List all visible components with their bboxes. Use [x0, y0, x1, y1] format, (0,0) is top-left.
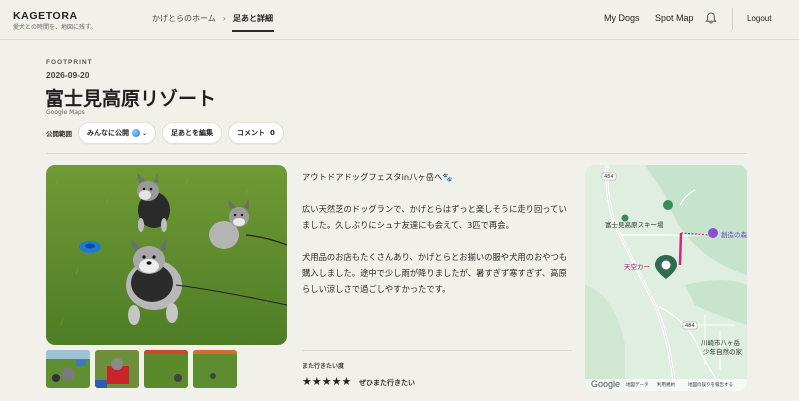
main-photo[interactable]: [46, 165, 287, 345]
breadcrumb-separator: ›: [222, 14, 226, 23]
visibility-label: 公開範囲: [46, 130, 72, 138]
section-kicker: FOOTPRINT: [46, 59, 93, 66]
map-road-label: 484: [604, 174, 614, 180]
globe-icon: [132, 129, 140, 137]
comment-label: コメント: [237, 129, 266, 137]
breadcrumb: かげとらのホーム › 足あと詳細: [152, 13, 274, 32]
map-label-tenku: 天空カー: [624, 263, 650, 271]
post-paragraph: 犬用品のお店もたくさんあり、かげとらとお揃いの服や犬用のおやつも購入しました。途…: [302, 252, 568, 294]
divider: [46, 153, 747, 154]
map-report-link[interactable]: 地図の誤りを報告する: [688, 382, 733, 388]
edit-footprint-label: 足あとを編集: [171, 129, 214, 137]
app-header: KAGETORA 愛犬との時間を、地図に残す。 かげとらのホーム › 足あと詳細…: [0, 0, 799, 40]
rating-text: ぜひまた行きたい: [359, 379, 415, 387]
photo-thumbnail[interactable]: [95, 350, 139, 388]
rating-stars: ★★★★★: [302, 375, 352, 388]
place-source: Google Maps: [46, 109, 85, 116]
page-title: 富士見高原リゾート: [45, 88, 217, 110]
brand-tagline: 愛犬との時間を、地図に残す。: [13, 24, 97, 31]
map-label-ski-area: 富士見高原スキー場: [605, 221, 664, 229]
nav-my-dogs[interactable]: My Dogs: [604, 13, 640, 23]
rating-label: また行きたい度: [302, 363, 345, 370]
breadcrumb-home-link[interactable]: かげとらのホーム: [152, 13, 216, 24]
map-label-youth-house: 少年自然の家: [703, 348, 742, 356]
google-logo: Google: [591, 379, 621, 389]
edit-footprint-button[interactable]: 足あとを編集: [162, 122, 223, 144]
photo-thumbnail[interactable]: [144, 350, 188, 388]
map-terms-link[interactable]: 利用規約: [657, 382, 675, 388]
footprint-date: 2026-09-20: [46, 70, 90, 80]
location-map[interactable]: 484 富士見高原スキー場 創造の森 天空カー 484 川崎市八ヶ岳 少年自然の…: [585, 165, 747, 391]
chevron-down-icon: ⌄: [142, 129, 148, 137]
divider: [302, 350, 572, 351]
map-label-creation-forest: 創造の森: [721, 231, 747, 239]
post-paragraph: 広い天然芝のドッグランで、かげとらはずっと楽しそうに走り回っていました。久しぶり…: [302, 204, 567, 230]
photo-thumbnail[interactable]: [46, 350, 90, 388]
nav-spot-map[interactable]: Spot Map: [655, 13, 694, 23]
post-paragraph: アウトドアドッグフェスタin八ヶ岳へ🐾: [302, 172, 453, 182]
comment-button[interactable]: コメント 0: [228, 122, 284, 144]
bell-icon[interactable]: [704, 11, 718, 25]
visibility-select[interactable]: みんなに公開 ⌄: [78, 122, 157, 144]
comment-count: 0: [270, 129, 275, 137]
photo-thumbnail[interactable]: [193, 350, 237, 388]
header-divider: [732, 8, 733, 30]
logout-button[interactable]: Logout: [747, 14, 771, 23]
map-road-label: 484: [685, 323, 695, 329]
breadcrumb-current: 足あと詳細: [231, 14, 274, 32]
visibility-value: みんなに公開: [87, 129, 129, 137]
actions-row: 公開範囲 みんなに公開 ⌄ 足あとを編集 コメント 0: [46, 122, 290, 144]
brand-logo[interactable]: KAGETORA: [13, 10, 78, 22]
post-body: アウトドアドッグフェスタin八ヶ岳へ🐾 広い天然芝のドッグランで、かげとらはずっ…: [302, 169, 572, 313]
map-data-link[interactable]: 地図データ: [626, 382, 649, 388]
